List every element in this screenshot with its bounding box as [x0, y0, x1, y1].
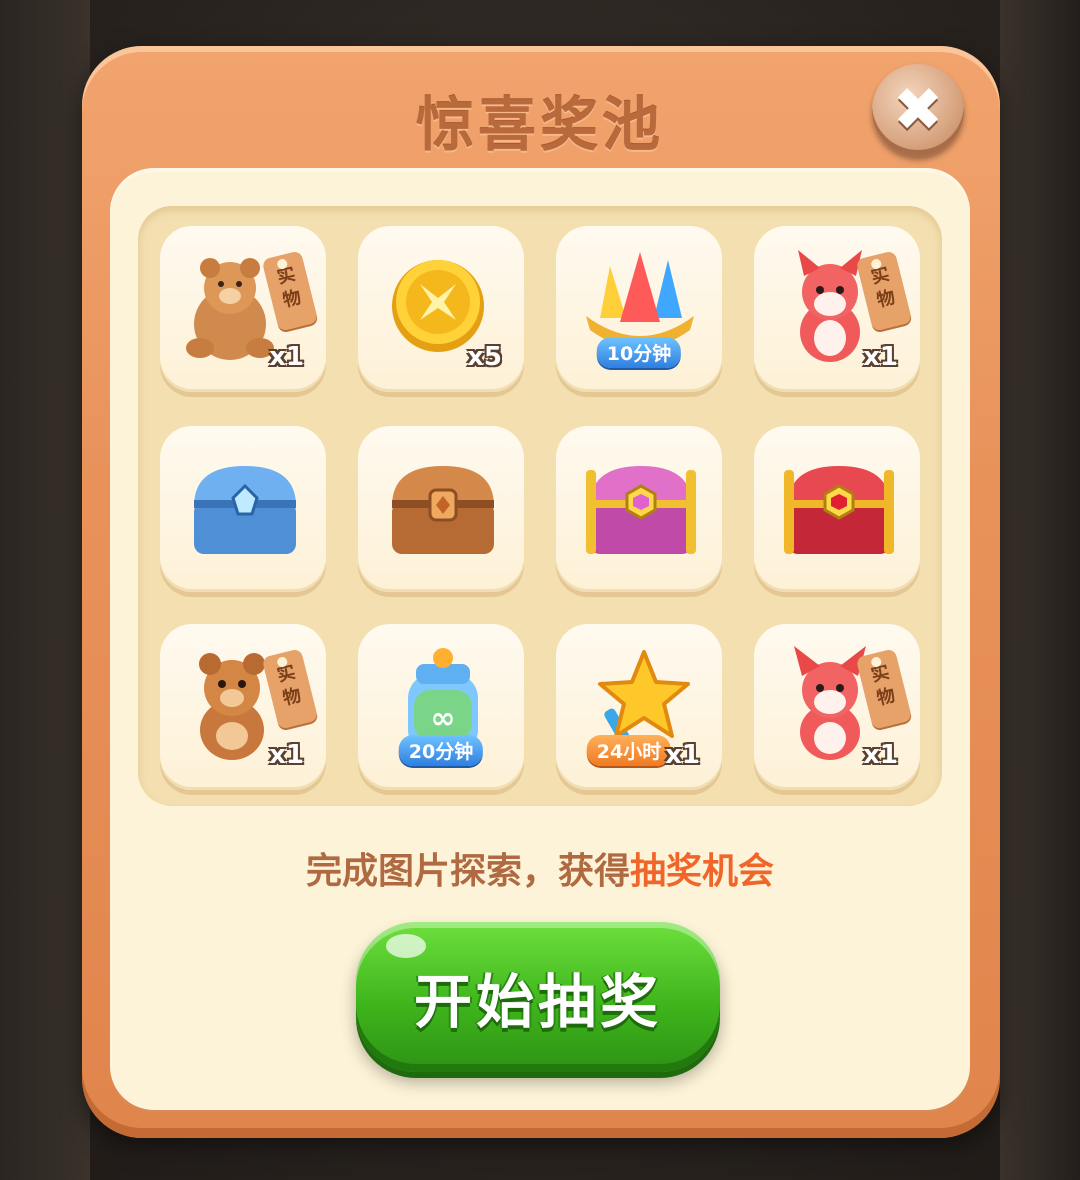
prize-timer: 24小时 [586, 735, 672, 766]
prize-timer: 20分钟 [398, 735, 484, 766]
start-lottery-label: 开始抽奖 [413, 968, 662, 1036]
prize-cell: 实物 x1 [754, 226, 920, 392]
prize-quantity: x1 [863, 740, 898, 770]
button-gloss [386, 934, 426, 958]
hint-highlight: 抽奖机会 [630, 851, 775, 892]
red-chest-icon [784, 466, 894, 554]
prize-quantity: x1 [269, 342, 304, 372]
prize-cell: 实物 x1 [160, 226, 326, 392]
prize-cell: 实物 x1 [754, 624, 920, 790]
prize-cell [556, 426, 722, 592]
prize-cell [754, 426, 920, 592]
prize-cell [358, 426, 524, 592]
svg-text:∞: ∞ [431, 701, 456, 736]
close-icon: ✖ [892, 75, 944, 145]
wooden-chest-icon [392, 466, 494, 554]
prize-cell: 24小时 x1 [556, 624, 722, 790]
hint-prefix: 完成图片探索，获得 [305, 851, 630, 892]
prize-cell [160, 426, 326, 592]
prize-quantity: x1 [863, 342, 898, 372]
prize-quantity: x1 [665, 740, 700, 770]
prize-quantity: x1 [269, 740, 304, 770]
prize-timer: 10分钟 [596, 337, 682, 368]
prize-quantity: x5 [467, 342, 502, 372]
purple-chest-icon [586, 466, 696, 554]
prize-cell: ∞ 20分钟 [358, 624, 524, 790]
blue-chest-icon [194, 466, 296, 554]
close-button[interactable]: ✖ [872, 64, 964, 156]
prize-cell: x5 [358, 226, 524, 392]
lottery-hint-text: 完成图片探索，获得抽奖机会 [0, 842, 1080, 894]
start-lottery-button[interactable]: 开始抽奖 [356, 922, 720, 1072]
prize-cell: 实物 x1 [160, 624, 326, 790]
background-left [0, 0, 90, 1180]
prize-cell: 10分钟 [556, 226, 722, 392]
background-right [1000, 0, 1080, 1180]
